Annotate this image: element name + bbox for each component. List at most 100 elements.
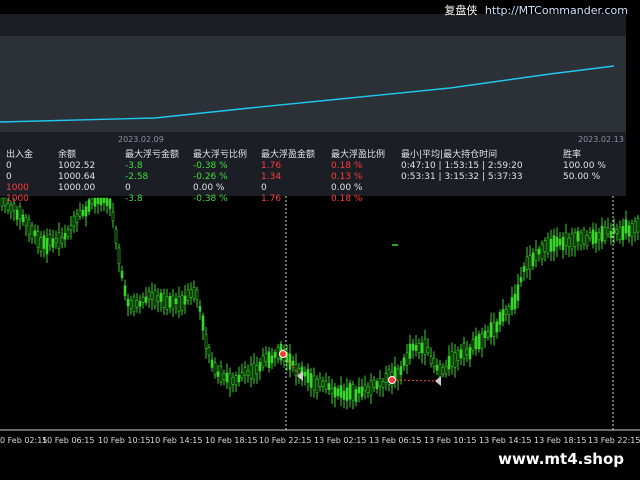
time-axis-label: 13 Feb 02:15 <box>314 436 367 445</box>
candle-body <box>621 225 625 240</box>
candle-body <box>153 290 157 307</box>
candle-body <box>363 384 367 392</box>
candle-body <box>225 372 229 383</box>
cell-holding-time <box>399 182 561 193</box>
header-max-floating-loss-pct: 最大浮亏比例 <box>193 150 248 160</box>
candle-body <box>114 228 118 244</box>
candle-body <box>384 373 388 383</box>
equity-curve-area <box>0 36 626 132</box>
candle-body <box>540 243 544 260</box>
candle-body <box>66 229 70 237</box>
candle-body <box>495 321 499 333</box>
candle-body <box>420 342 424 354</box>
candle-body <box>492 321 496 337</box>
candle-body <box>609 231 613 239</box>
candle-body <box>462 342 466 360</box>
brand-header: 复盘侠 http://MTCommander.com <box>444 2 628 18</box>
candle-body <box>252 363 256 380</box>
brand-url[interactable]: http://MTCommander.com <box>485 4 628 17</box>
candle-body <box>240 372 244 379</box>
stats-table: 出入金 余额 最大浮亏金额 最大浮亏比例 最大浮盈金额 最大浮盈比例 最小|平均… <box>4 147 615 204</box>
candle-body <box>162 293 166 308</box>
candle-body <box>504 308 508 315</box>
candle-body <box>375 381 379 390</box>
candle-body <box>201 315 205 331</box>
time-axis-label: 10 Feb 18:15 <box>205 436 258 445</box>
candle-body <box>522 266 526 273</box>
candle-body <box>558 238 562 246</box>
watermark: www.mt4.shop <box>498 450 624 468</box>
candle-body <box>585 235 589 247</box>
candle-body <box>177 296 181 312</box>
candle-body <box>429 355 433 365</box>
cell-balance <box>56 193 123 204</box>
time-axis-label: 10 Feb 10:15 <box>98 436 151 445</box>
candle-body <box>570 233 574 250</box>
candle-body <box>615 229 619 234</box>
candle-body <box>330 388 334 394</box>
candle-body <box>435 365 439 371</box>
cell-max-loss: -3.8 <box>125 160 143 171</box>
candle-body <box>174 298 178 305</box>
candle-body <box>447 355 451 370</box>
candle-body <box>417 343 421 353</box>
header-max-floating-profit: 最大浮盈金额 <box>261 150 316 160</box>
candle-body <box>306 368 310 383</box>
candle-body <box>573 232 577 247</box>
trade-entry-marker <box>279 350 287 358</box>
candle-body <box>123 285 127 297</box>
candle-body <box>315 378 319 393</box>
cell-max-profit-pct: 0.18 % <box>331 160 363 171</box>
candle-body <box>69 225 73 231</box>
candle-body <box>111 211 115 222</box>
brand-name: 复盘侠 <box>444 4 478 17</box>
cell-max-profit: 1.76 <box>261 193 282 204</box>
cell-max-profit: 0 <box>261 182 267 193</box>
cell-holding-time <box>399 193 561 204</box>
cell-deposit: 0 <box>6 171 12 182</box>
candle-body <box>51 238 55 248</box>
candle-body <box>141 296 145 303</box>
cell-max-loss: -2.58 <box>125 171 149 182</box>
candle-body <box>552 235 556 252</box>
candle-body <box>354 389 358 402</box>
candle-body <box>450 350 454 367</box>
time-axis-label: 0 Feb 02:15 <box>0 436 48 445</box>
candle-body <box>45 237 49 255</box>
candle-body <box>291 360 295 366</box>
candle-body <box>360 386 364 397</box>
candle-body <box>534 249 538 261</box>
table-row: 1000 1000.00 0 0.00 % 0 0.00 % <box>4 182 615 193</box>
candle-body <box>525 256 529 270</box>
candle-body <box>33 230 37 237</box>
cell-max-loss: 0 <box>125 182 131 193</box>
candle-body <box>423 338 427 355</box>
candle-body <box>348 383 352 400</box>
time-axis-label: 13 Feb 06:15 <box>369 436 422 445</box>
time-axis-label: 13 Feb 22:15 <box>588 436 640 445</box>
candle-body <box>333 386 337 398</box>
candle-body <box>369 379 373 396</box>
candle-body <box>519 277 523 283</box>
candle-body <box>624 219 628 234</box>
candle-body <box>75 213 79 223</box>
time-axis-label: 10 Feb 22:15 <box>259 436 312 445</box>
candle-body <box>138 301 142 307</box>
candle-body <box>498 312 502 325</box>
candle-body <box>411 343 415 351</box>
candle-body <box>408 343 412 359</box>
cell-max-loss-pct: 0.00 % <box>193 182 225 193</box>
candle-body <box>6 202 10 211</box>
candle-body <box>567 237 571 248</box>
candle-body <box>591 229 595 245</box>
candle-body <box>48 234 52 246</box>
candle-body <box>84 206 88 217</box>
cell-win-rate <box>561 193 615 204</box>
candle-body <box>345 387 349 401</box>
candle-body <box>18 206 22 220</box>
candle-body <box>270 355 274 364</box>
candle-body <box>12 203 16 211</box>
candle-body <box>480 333 484 349</box>
stats-header-row: 出入金 余额 最大浮亏金额 最大浮亏比例 最大浮盈金额 最大浮盈比例 最小|平均… <box>4 147 615 160</box>
candle-body <box>546 237 550 254</box>
